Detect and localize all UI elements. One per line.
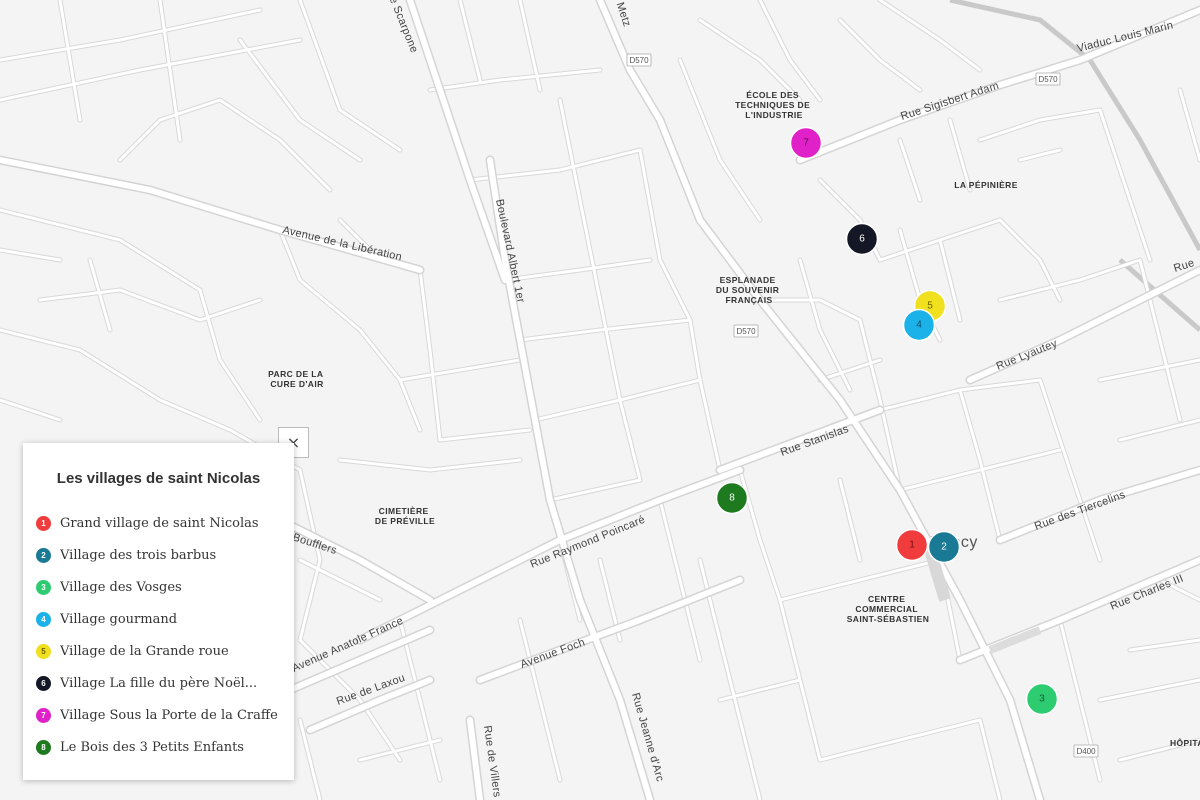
area-label-hopital: HÔPITA <box>1170 737 1200 748</box>
village-marker-8[interactable]: 8 <box>715 481 749 515</box>
legend-item[interactable]: 6 Village La fille du père Noël... <box>36 667 278 699</box>
legend-panel: Les villages de saint Nicolas 1 Grand vi… <box>23 443 294 780</box>
village-marker-number: 8 <box>729 493 735 504</box>
village-marker-number: 1 <box>909 540 915 551</box>
area-label-pepiniere: LA PÉPINIÈRE <box>954 180 1018 190</box>
village-marker-3[interactable]: 3 <box>1025 682 1059 716</box>
legend-marker-icon: 7 <box>36 707 51 723</box>
legend-marker-icon: 6 <box>36 675 51 691</box>
legend-item-label: Village La fille du père Noël... <box>60 675 258 691</box>
village-marker-2[interactable]: 2 <box>927 530 961 564</box>
legend-item[interactable]: 5 Village de la Grande roue <box>36 635 278 667</box>
area-label-cimetiere: CIMETIÈRE DE PRÉVILLE <box>375 506 435 526</box>
legend-marker-icon: 2 <box>36 547 51 563</box>
svg-text:D570: D570 <box>629 56 649 65</box>
street-label-villers: Rue de Villers <box>481 725 503 799</box>
street-label-lyautey: Rue Lyautey <box>995 337 1060 372</box>
route-shield-d570: D570 <box>1035 72 1061 86</box>
legend-list: 1 Grand village de saint Nicolas 2 Villa… <box>36 507 278 763</box>
legend-item[interactable]: 3 Village des Vosges <box>36 571 278 603</box>
village-marker-4[interactable]: 4 <box>902 308 936 342</box>
legend-item-label: Le Bois des 3 Petits Enfants <box>60 739 244 755</box>
area-label-ecole: ÉCOLE DES TECHNIQUES DE L'INDUSTRIE <box>735 90 813 120</box>
legend-item-label: Grand village de saint Nicolas <box>60 515 259 531</box>
route-shield-d570: D570 <box>733 324 759 338</box>
legend-item[interactable]: 1 Grand village de saint Nicolas <box>36 507 278 539</box>
legend-item-label: Village des trois barbus <box>60 547 217 563</box>
village-marker-number: 4 <box>916 320 922 331</box>
area-label-parc: PARC DE LA CURE D'AIR <box>268 369 326 389</box>
legend-item[interactable]: 4 Village gourmand <box>36 603 278 635</box>
legend-marker-icon: 3 <box>36 579 51 595</box>
legend-marker-icon: 1 <box>36 515 51 531</box>
svg-text:D400: D400 <box>1076 747 1096 756</box>
legend-title: Les villages de saint Nicolas <box>56 470 261 487</box>
legend-item[interactable]: 8 Le Bois des 3 Petits Enfants <box>36 731 278 763</box>
village-marker-number: 6 <box>859 234 865 245</box>
legend-item-label: Village de la Grande roue <box>60 643 229 659</box>
village-marker-number: 3 <box>1039 694 1045 705</box>
area-label-esplanade: ESPLANADE DU SOUVENIR FRANÇAIS <box>716 275 782 305</box>
svg-text:D570: D570 <box>1038 75 1058 84</box>
legend-marker-icon: 4 <box>36 611 51 627</box>
legend-item-label: Village des Vosges <box>60 579 182 595</box>
legend-item[interactable]: 7 Village Sous la Porte de la Craffe <box>36 699 278 731</box>
street-label-viaduc: Viaduc Louis Marin <box>1076 19 1175 55</box>
svg-text:D570: D570 <box>736 327 756 336</box>
village-marker-number: 7 <box>803 138 809 149</box>
village-marker-6[interactable]: 6 <box>845 222 879 256</box>
village-marker-number: 5 <box>927 301 933 312</box>
area-label-centre: CENTRE COMMERCIAL SAINT-SÉBASTIEN <box>847 594 930 624</box>
village-marker-number: 2 <box>941 542 947 553</box>
legend-item[interactable]: 2 Village des trois barbus <box>36 539 278 571</box>
legend-item-label: Village gourmand <box>60 611 178 627</box>
street-label-liberation: Avenue de la Libération <box>281 224 403 263</box>
route-shield-d570: D570 <box>626 53 652 67</box>
legend-marker-icon: 8 <box>36 739 51 755</box>
street-labels: Rue de Metz Rue de Scarpone Viaduc Louis… <box>281 0 1196 798</box>
village-marker-7[interactable]: 7 <box>789 126 823 160</box>
route-shield-d400: D400 <box>1073 744 1099 758</box>
village-marker-1[interactable]: 1 <box>895 528 929 562</box>
legend-marker-icon: 5 <box>36 643 51 659</box>
legend-item-label: Village Sous la Porte de la Craffe <box>60 707 278 723</box>
